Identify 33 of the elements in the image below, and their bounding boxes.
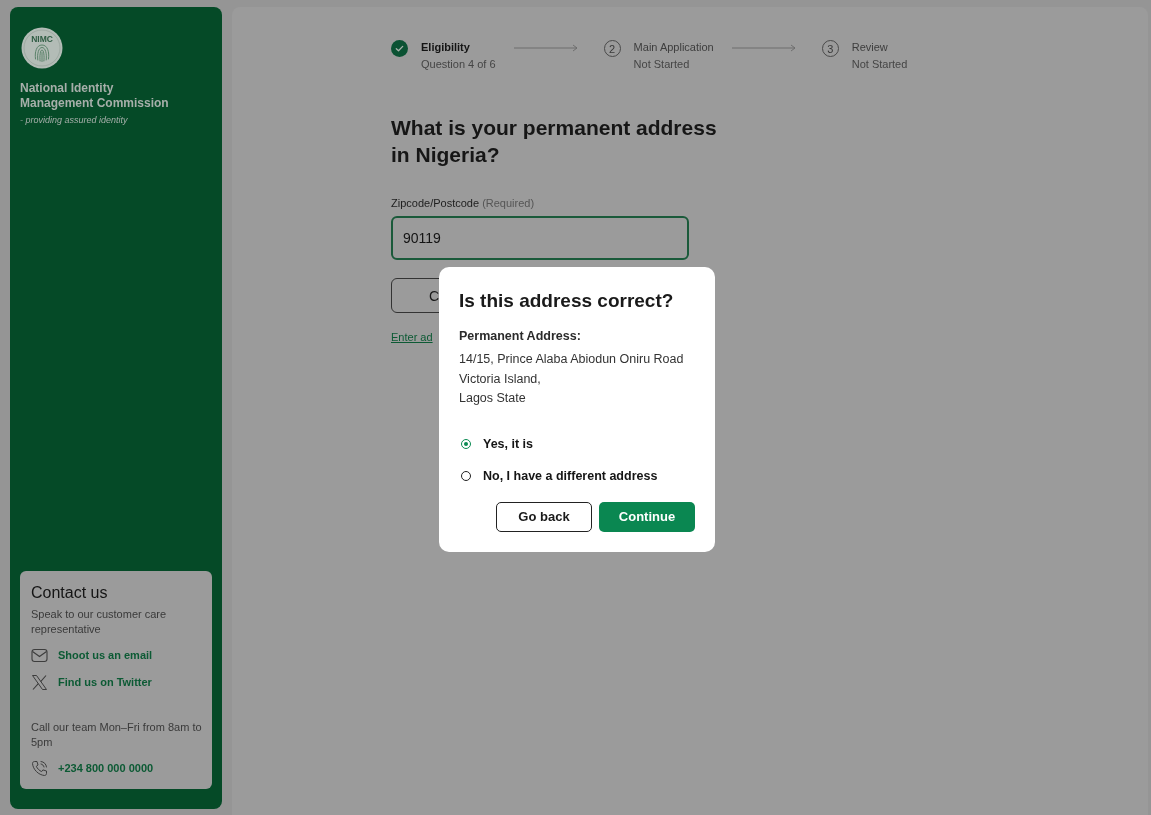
- manual-address-link[interactable]: Enter ad: [391, 330, 433, 344]
- phone-link[interactable]: +234 800 000 0000: [58, 761, 154, 776]
- step-title: Eligibility: [421, 40, 471, 55]
- dialog-title: Is this address correct?: [459, 289, 675, 313]
- field-label: Zipcode/Postcode (Required): [391, 196, 535, 210]
- back-button[interactable]: Go back: [496, 501, 592, 532]
- contact-link[interactable]: Shoot us an email: [58, 648, 153, 663]
- contact-subtitle: Speak to our customer care representative: [31, 607, 168, 637]
- input-field[interactable]: 90119: [391, 216, 689, 260]
- arrow-icon: [731, 44, 796, 52]
- radio-label[interactable]: No, I have a different address: [483, 466, 658, 485]
- logo: NIMC: [21, 27, 63, 69]
- step-status: Not Started: [851, 57, 908, 72]
- radio-label[interactable]: Yes, it is: [483, 434, 534, 453]
- continue-button[interactable]: Continue: [599, 501, 695, 532]
- org-name: National Identity Management Commission: [20, 81, 170, 111]
- tagline: - providing assured identity: [20, 114, 129, 126]
- address-line: 14/15, Prince Alaba Abiodun Oniru Road: [459, 351, 685, 368]
- step-status: Question 4 of 6: [421, 57, 496, 72]
- address-label: Permanent Address:: [459, 328, 582, 345]
- step-status: Not Started: [633, 57, 691, 72]
- x-logo-icon: [31, 674, 48, 691]
- step-title: Review: [851, 40, 889, 55]
- contact-hours: Call our team Mon–Fri from 8am to 5pm: [31, 720, 202, 750]
- question-heading: What is your permanent address in Nigeria?: [391, 115, 718, 168]
- address-line: Lagos State: [459, 390, 527, 407]
- arrow-icon: [513, 44, 578, 52]
- phone-icon: [31, 760, 48, 777]
- contact-link[interactable]: Find us on Twitter: [58, 675, 152, 690]
- address-line: Victoria Island,: [459, 370, 542, 388]
- step-title: Main Application: [633, 40, 714, 55]
- contact-title: Contact us: [31, 583, 109, 603]
- mail-icon: [31, 647, 48, 664]
